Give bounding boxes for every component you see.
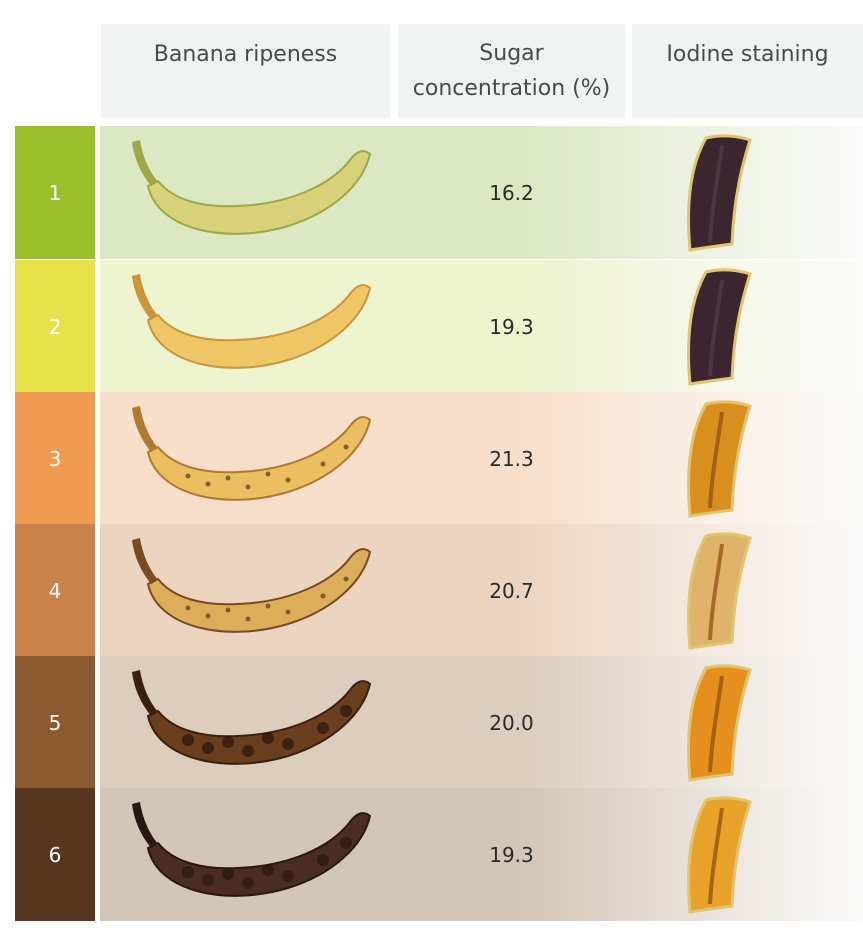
banana-spot	[343, 444, 349, 450]
banana-stem	[132, 140, 158, 186]
stage-number: 2	[15, 260, 95, 393]
stage-number: 5	[15, 656, 95, 789]
sugar-value: 20.7	[489, 578, 534, 603]
table-row: 6 19.3	[0, 788, 863, 921]
banana-peel	[146, 680, 372, 765]
banana-image	[132, 274, 372, 369]
banana-peel	[146, 416, 372, 501]
banana-stem	[132, 802, 158, 848]
banana-peel	[146, 548, 372, 633]
banana-spot	[317, 854, 329, 866]
stage-number: 3	[15, 392, 95, 525]
header-iodine-staining: Iodine staining	[632, 24, 863, 118]
banana-spot	[282, 738, 294, 750]
banana-spot	[182, 866, 194, 878]
table-row: 3 21.3	[0, 392, 863, 525]
banana-spot	[245, 616, 251, 622]
stage-number: 6	[15, 788, 95, 921]
banana-peel	[146, 284, 372, 369]
banana-peel	[146, 150, 372, 235]
table-row: 5 20.0	[0, 656, 863, 789]
banana-spot	[205, 613, 211, 619]
header-iodine-label: Iodine staining	[666, 42, 829, 67]
table-row: 2 19.3	[0, 260, 863, 393]
banana-spot	[262, 864, 274, 876]
banana-spot	[285, 477, 291, 483]
iodine-slice-image	[687, 268, 752, 386]
sugar-value: 20.0	[489, 710, 534, 735]
banana-spot	[202, 874, 214, 886]
banana-spot	[242, 745, 254, 757]
banana-spot	[282, 870, 294, 882]
banana-stem	[132, 538, 158, 584]
table-row: 4 20.7	[0, 524, 863, 657]
header-banana-ripeness: Banana ripeness	[101, 24, 390, 118]
header-sugar-concentration: Sugar concentration (%)	[398, 24, 625, 118]
banana-spot	[242, 877, 254, 889]
iodine-slice-image	[687, 796, 752, 914]
banana-spot	[265, 471, 271, 477]
banana-stem	[132, 670, 158, 716]
banana-image	[132, 538, 372, 633]
sugar-value: 19.3	[489, 314, 534, 339]
table-row: 1 16.2	[0, 126, 863, 259]
banana-spot	[202, 742, 214, 754]
banana-spot	[245, 484, 251, 490]
banana-spot	[185, 473, 191, 479]
banana-peel	[146, 812, 372, 897]
banana-image	[132, 670, 372, 765]
banana-spot	[182, 734, 194, 746]
banana-spot	[343, 576, 349, 582]
iodine-slice-image	[687, 134, 752, 252]
banana-image	[132, 406, 372, 501]
header-ripeness-label: Banana ripeness	[153, 42, 338, 67]
sugar-value: 16.2	[489, 180, 534, 205]
stage-number: 4	[15, 524, 95, 657]
banana-spot	[222, 736, 234, 748]
iodine-slice-image	[687, 664, 752, 782]
stage-number: 1	[15, 126, 95, 259]
sugar-value: 19.3	[489, 842, 534, 867]
iodine-slice-image	[687, 532, 752, 650]
banana-spot	[225, 607, 231, 613]
iodine-slice-image	[687, 400, 752, 518]
banana-spot	[225, 475, 231, 481]
banana-spot	[185, 605, 191, 611]
banana-spot	[222, 868, 234, 880]
banana-spot	[340, 837, 352, 849]
banana-spot	[265, 603, 271, 609]
header-sugar-line2: concentration (%)	[412, 76, 611, 101]
sugar-value: 21.3	[489, 446, 534, 471]
banana-image	[132, 802, 372, 897]
banana-stem	[132, 406, 158, 452]
banana-stem	[132, 274, 158, 320]
banana-spot	[205, 481, 211, 487]
banana-spot	[285, 609, 291, 615]
banana-spot	[317, 722, 329, 734]
banana-image	[132, 140, 372, 235]
header-sugar-label: Sugar concentration (%)	[413, 36, 610, 106]
banana-spot	[262, 732, 274, 744]
banana-spot	[320, 593, 326, 599]
banana-spot	[340, 705, 352, 717]
header-sugar-line1: Sugar	[479, 41, 544, 66]
banana-spot	[320, 461, 326, 467]
